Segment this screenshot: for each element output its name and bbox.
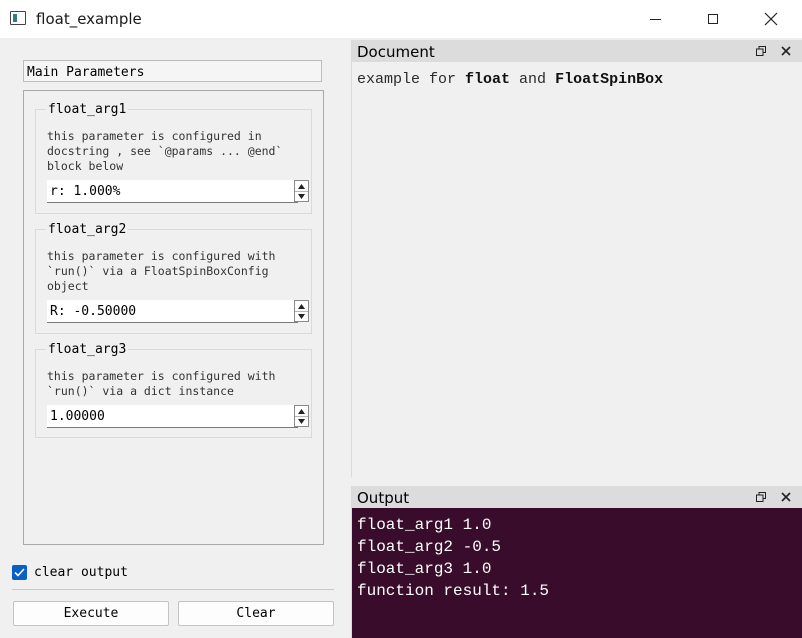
spinbox-value[interactable]: r: 1.000%: [50, 184, 120, 199]
clear-output-label[interactable]: clear output: [34, 565, 128, 580]
float-arg3-spinbox[interactable]: 1.00000: [47, 405, 309, 428]
document-dock-title[interactable]: Document: [352, 40, 802, 62]
spinbox-buttons: [294, 180, 309, 202]
document-body: example for float and FloatSpinBox: [352, 62, 802, 477]
caret-down-icon: [298, 418, 305, 424]
document-dock-title-text: Document: [357, 43, 435, 61]
title-bar: float_example: [0, 0, 802, 38]
app-window-icon: [10, 11, 26, 25]
maximize-icon: [708, 14, 718, 24]
float-window-icon[interactable]: [756, 46, 766, 56]
param-description: this parameter is configured with `run()…: [47, 249, 276, 293]
close-icon[interactable]: [780, 491, 792, 503]
clear-output-checkbox[interactable]: [12, 565, 27, 580]
minimize-button[interactable]: [626, 0, 684, 38]
output-lines: float_arg1 1.0 float_arg2 -0.5 float_arg…: [357, 514, 549, 602]
float-arg2-spinbox[interactable]: R: -0.50000: [47, 300, 309, 323]
float-arg1-spinbox[interactable]: r: 1.000%: [47, 180, 309, 203]
document-text: example for float and FloatSpinBox: [357, 71, 663, 88]
spinbox-value[interactable]: 1.00000: [50, 409, 105, 424]
float-window-icon[interactable]: [756, 492, 766, 502]
output-dock: Output float_arg1 1.0 float_arg2 -0.5 fl…: [351, 486, 802, 638]
spinbox-buttons: [294, 300, 309, 322]
window-title: float_example: [36, 10, 142, 28]
param-float-arg2: float_arg2 this parameter is configured …: [35, 222, 312, 334]
document-text-bold-float: float: [465, 71, 511, 88]
close-icon[interactable]: [780, 45, 792, 57]
output-line: float_arg3 1.0: [357, 560, 492, 578]
maximize-button[interactable]: [684, 0, 742, 38]
clear-button[interactable]: Clear: [178, 601, 334, 626]
document-text-prefix: example for: [357, 71, 466, 88]
checkmark-icon: [14, 568, 25, 577]
document-text-mid: and: [510, 71, 556, 88]
caret-up-icon: [298, 303, 305, 309]
parameters-group-box: float_arg1 this parameter is configured …: [23, 90, 324, 545]
caret-down-icon: [298, 193, 305, 199]
group-header-main-parameters[interactable]: Main Parameters: [23, 60, 322, 82]
close-button[interactable]: [742, 0, 800, 38]
parameters-panel: Main Parameters float_arg1 this paramete…: [0, 38, 350, 638]
output-line: float_arg2 -0.5: [357, 538, 502, 556]
output-line: function result: 1.5: [357, 582, 550, 600]
param-title: float_arg1: [46, 102, 129, 117]
document-text-bold-floatspinbox: FloatSpinBox: [555, 71, 664, 88]
minimize-icon: [649, 18, 661, 20]
spinbox-value[interactable]: R: -0.50000: [50, 304, 136, 319]
spin-down-button[interactable]: [295, 191, 308, 201]
caret-up-icon: [298, 408, 305, 414]
param-title: float_arg3: [46, 342, 129, 357]
close-icon: [764, 12, 778, 26]
execute-button[interactable]: Execute: [13, 601, 169, 626]
output-console[interactable]: float_arg1 1.0 float_arg2 -0.5 float_arg…: [352, 508, 802, 638]
output-line: float_arg1 1.0: [357, 516, 492, 534]
spin-down-button[interactable]: [295, 416, 308, 426]
output-dock-title-text: Output: [357, 489, 410, 507]
param-description: this parameter is configured with `run()…: [47, 369, 276, 398]
param-float-arg1: float_arg1 this parameter is configured …: [35, 102, 312, 214]
divider: [12, 589, 334, 590]
document-dock: Document example for float and FloatSpin…: [351, 40, 802, 477]
output-dock-title[interactable]: Output: [352, 486, 802, 508]
spinbox-buttons: [294, 405, 309, 427]
param-float-arg3: float_arg3 this parameter is configured …: [35, 342, 312, 438]
caret-up-icon: [298, 183, 305, 189]
param-description: this parameter is configured in docstrin…: [47, 129, 283, 173]
spin-down-button[interactable]: [295, 311, 308, 321]
caret-down-icon: [298, 313, 305, 319]
param-title: float_arg2: [46, 222, 129, 237]
